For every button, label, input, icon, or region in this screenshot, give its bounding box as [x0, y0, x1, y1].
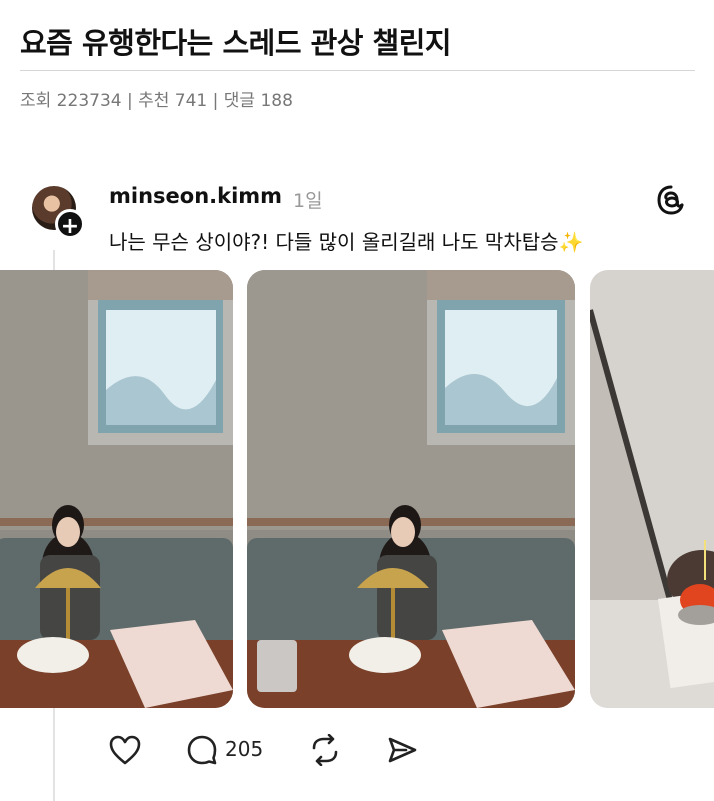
share-icon[interactable]	[386, 734, 418, 766]
title-divider	[20, 70, 695, 71]
post-photo-2[interactable]	[247, 270, 575, 708]
post-title: 요즘 유행한다는 스레드 관상 챌린지	[20, 26, 452, 60]
reply-count: 205	[225, 737, 264, 761]
repost-icon[interactable]	[308, 734, 342, 766]
birthday-cake-photo-image	[590, 270, 714, 708]
comment-icon[interactable]	[186, 734, 218, 766]
follow-plus-icon[interactable]: +	[55, 209, 85, 239]
cafe-photo-image	[247, 270, 575, 708]
cafe-photo-image	[0, 270, 233, 708]
heart-icon[interactable]	[108, 734, 142, 766]
post-time: 1일	[293, 190, 323, 212]
username[interactable]: minseon.kimm	[109, 184, 282, 208]
post-photo-1[interactable]	[0, 270, 233, 708]
threads-logo-icon[interactable]	[655, 184, 687, 216]
post-photo-3[interactable]	[590, 270, 714, 708]
post-meta: 조회 223734 | 추천 741 | 댓글 188	[20, 91, 293, 111]
post-caption: 나는 무슨 상이야?! 다들 많이 올리길래 나도 막차탑승✨	[109, 230, 584, 254]
